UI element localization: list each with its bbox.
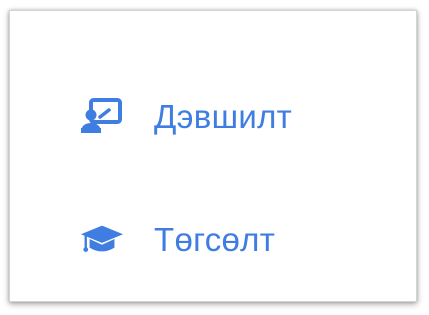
dropdown-menu: Дэвшилт Төгсөлт — [9, 10, 417, 302]
menu-item-graduation[interactable]: Төгсөлт — [80, 216, 275, 262]
menu-item-label: Төгсөлт — [154, 220, 276, 258]
menu-item-promotion[interactable]: Дэвшилт — [80, 93, 292, 139]
graduation-cap-icon — [80, 219, 124, 259]
screen: Дэвшилт Төгсөлт — [0, 0, 429, 315]
chalkboard-teacher-icon — [80, 96, 124, 136]
menu-item-label: Дэвшилт — [154, 97, 293, 135]
